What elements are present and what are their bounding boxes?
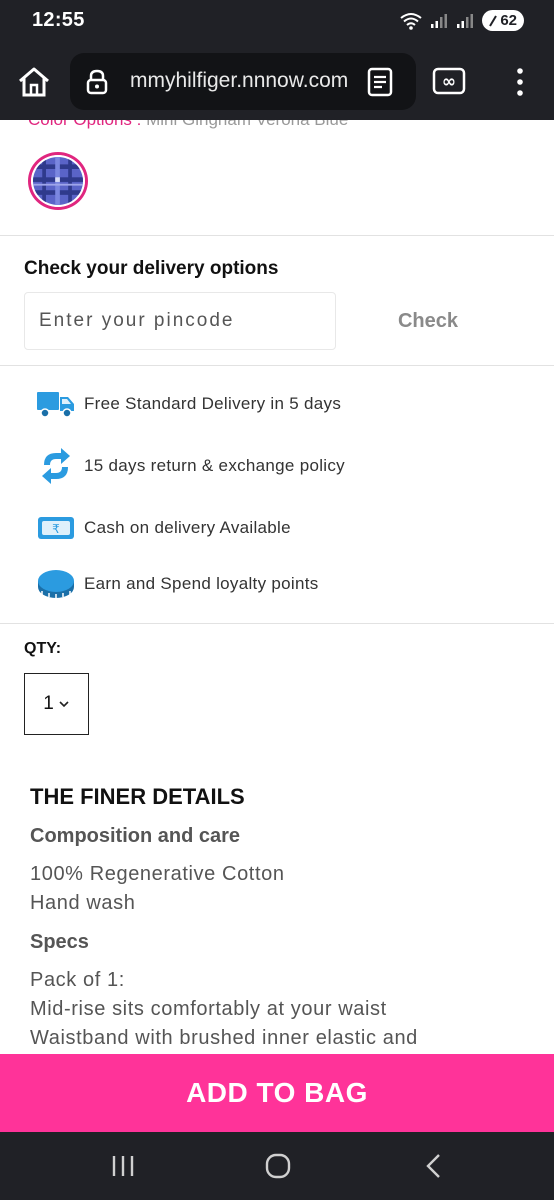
finer-details-title: THE FINER DETAILS [30,784,245,809]
signal-icon [431,13,448,28]
color-swatch[interactable] [28,152,88,210]
pincode-input[interactable] [24,292,336,350]
browser-toolbar: mmyhilfiger.nnnow.com ∞ [0,44,554,120]
divider [0,365,554,366]
check-button[interactable]: Check [378,306,478,336]
feature-free-delivery: Free Standard Delivery in 5 days [36,386,341,422]
specs-heading: Specs [30,931,89,953]
reader-mode-icon[interactable] [366,67,394,97]
wifi-icon [400,12,422,30]
feature-label: 15 days return & exchange policy [84,456,345,475]
color-options-label: Color Options : [28,120,146,129]
home-icon[interactable] [14,62,54,102]
feature-label: Free Standard Delivery in 5 days [84,394,342,413]
status-icons: 62 [400,10,524,31]
composition-line: Hand wash [30,892,136,914]
recent-apps-icon[interactable] [103,1150,143,1182]
divider [0,235,554,236]
qty-label: QTY: [24,640,62,657]
chevron-down-icon [59,701,69,708]
feature-returns: 15 days return & exchange policy [36,448,345,484]
feature-loyalty: Earn and Spend loyalty points [36,566,319,602]
specs-line: Pack of 1: [30,969,125,991]
divider [0,623,554,624]
status-bar: 12:55 62 [0,0,554,44]
svg-text:∞: ∞ [442,72,456,92]
battery-indicator: 62 [482,10,524,31]
coin-icon [36,566,76,602]
specs-line: Mid-rise sits comfortably at your waist [30,998,387,1020]
address-bar[interactable]: mmyhilfiger.nnnow.com [70,53,416,110]
qty-select[interactable]: 1 [24,673,89,735]
color-options-value: Mini Gingham Verona Blue [146,120,348,129]
delivery-title: Check your delivery options [24,258,279,279]
qty-value: 1 [43,693,54,714]
home-nav-icon[interactable] [258,1150,298,1182]
battery-level: 62 [500,12,517,29]
page-content: Color Options : Mini Gingham Verona Blue… [0,120,554,1054]
color-options-row: Color Options : Mini Gingham Verona Blue [28,120,348,130]
composition-line: 100% Regenerative Cotton [30,863,285,885]
back-icon[interactable] [414,1150,454,1182]
signal-icon-secondary [457,13,474,28]
tabs-icon[interactable]: ∞ [432,67,466,95]
feature-cod: ₹ Cash on delivery Available [36,510,291,546]
svg-text:₹: ₹ [52,522,60,536]
cash-icon: ₹ [36,510,76,546]
feature-label: Earn and Spend loyalty points [84,574,319,593]
composition-heading: Composition and care [30,825,241,847]
status-time: 12:55 [32,9,85,31]
gingham-pattern-icon [31,155,85,207]
battery-saver-icon [489,14,498,27]
add-to-bag-button[interactable]: ADD TO BAG [0,1054,554,1132]
more-options-icon[interactable] [506,66,534,98]
system-nav-bar [0,1132,554,1200]
truck-icon [36,386,76,422]
specs-line: Waistband with brushed inner elastic and [30,1027,418,1049]
return-icon [36,448,76,484]
feature-label: Cash on delivery Available [84,518,291,537]
lock-icon[interactable] [84,69,110,95]
url-text[interactable]: mmyhilfiger.nnnow.com [130,69,356,93]
